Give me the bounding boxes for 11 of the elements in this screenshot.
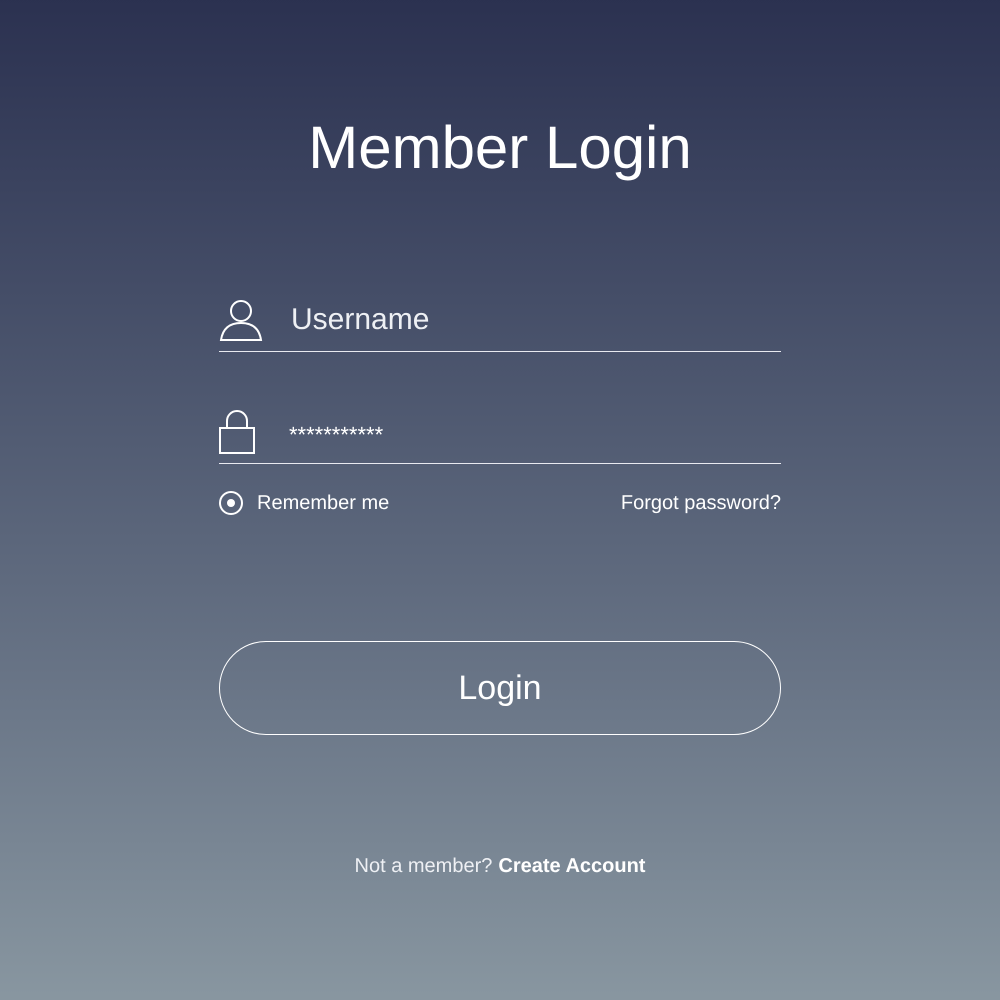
create-account-link[interactable]: Create Account	[498, 851, 646, 881]
signup-prompt: Not a member?	[354, 854, 492, 879]
remember-radio[interactable]	[219, 491, 243, 515]
login-button[interactable]: Login	[219, 641, 781, 735]
user-icon	[219, 298, 263, 340]
lock-icon	[219, 410, 255, 454]
username-field[interactable]: Username	[291, 297, 691, 342]
password-field[interactable]: ***********	[289, 412, 689, 451]
page-title: Member Login	[308, 113, 692, 183]
forgot-password-link[interactable]: Forgot password?	[620, 488, 781, 518]
remember-label: Remember me	[257, 491, 390, 516]
